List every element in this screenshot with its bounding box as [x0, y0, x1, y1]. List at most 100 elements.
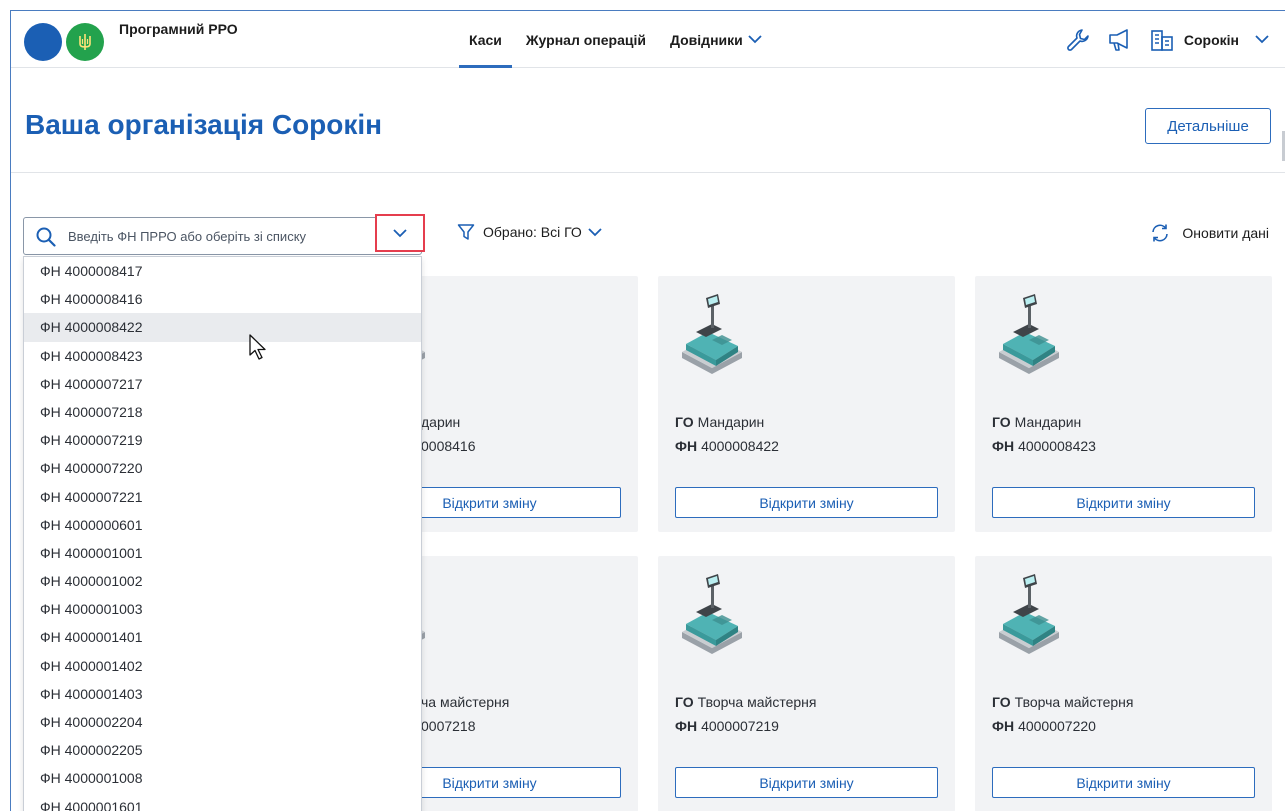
- card-fn: 0008416: [421, 438, 476, 454]
- dropdown-option[interactable]: ФН 4000001001: [24, 539, 421, 567]
- card-go: ГО Творча майстерня: [675, 694, 816, 710]
- cash-register-card: ГО Творча майстерня ФН 4000007220 Відкрити…: [975, 556, 1272, 811]
- card-go-value: Творча майстерня: [697, 694, 817, 710]
- dropdown-option[interactable]: ФН 4000008417: [24, 257, 421, 285]
- card-fn: ФН 4000007219: [675, 718, 779, 734]
- cash-register-icon: [995, 574, 1063, 654]
- dropdown-option[interactable]: ФН 4000000601: [24, 511, 421, 539]
- card-go: ГО Мандарин: [675, 414, 764, 430]
- logo-blue-circle: [24, 23, 62, 61]
- dropdown-option[interactable]: ФН 4000002204: [24, 708, 421, 736]
- card-go-value: ча майстерня: [421, 694, 510, 710]
- card-go: ча майстерня: [421, 694, 509, 710]
- fn-label: ФН: [675, 718, 698, 734]
- open-shift-button[interactable]: Відкрити зміну: [675, 767, 938, 798]
- card-go-value: дарин: [421, 414, 461, 430]
- nav-tab-directories[interactable]: Довідники: [658, 11, 774, 68]
- page-title: Ваша організація Сорокін: [25, 109, 383, 140]
- go-label: ГО: [675, 694, 694, 710]
- fn-search-input[interactable]: [68, 226, 378, 246]
- filter-label: Обрано: Всі ГО: [483, 224, 582, 240]
- card-go: ГО Творча майстерня: [992, 694, 1133, 710]
- go-label: ГО: [675, 414, 694, 430]
- title-bar: Ваша організація Сорокін Детальніше: [11, 69, 1285, 173]
- refresh-icon: [1152, 224, 1169, 242]
- dropdown-option[interactable]: ФН 4000002205: [24, 736, 421, 764]
- trident-icon: [66, 23, 104, 61]
- fn-label: ФН: [675, 438, 698, 454]
- nav-tab-operations-log[interactable]: Журнал операцій: [514, 11, 658, 68]
- dropdown-option[interactable]: ФН 4000008423: [24, 342, 421, 370]
- fn-label: ФН: [992, 438, 1015, 454]
- card-fn-value: 4000007219: [701, 718, 779, 734]
- logo[interactable]: [24, 23, 104, 61]
- card-fn-value: 4000008422: [701, 438, 779, 454]
- card-go: дарин: [421, 414, 460, 430]
- dropdown-option[interactable]: ФН 4000007217: [24, 370, 421, 398]
- cash-register-card: ГО Мандарин ФН 4000008422 Відкрити зміну: [658, 276, 955, 532]
- top-header: Програмний РРО Каси Журнал операцій Дові…: [11, 11, 1285, 68]
- megaphone-icon[interactable]: [1104, 24, 1136, 56]
- open-shift-button[interactable]: Відкрити зміну: [992, 487, 1255, 518]
- search-icon: [36, 227, 56, 247]
- chevron-down-icon: [748, 35, 762, 44]
- go-filter[interactable]: Обрано: Всі ГО: [457, 223, 602, 241]
- card-fn-value: 4000007220: [1018, 718, 1096, 734]
- dropdown-option[interactable]: ФН 4000007218: [24, 398, 421, 426]
- card-fn: 0007218: [421, 718, 476, 734]
- dropdown-option[interactable]: ФН 4000007219: [24, 426, 421, 454]
- app-window: Програмний РРО Каси Журнал операцій Дові…: [10, 10, 1285, 811]
- dropdown-option[interactable]: ФН 4000001601: [24, 793, 421, 811]
- dropdown-option[interactable]: ФН 4000001401: [24, 623, 421, 651]
- header-actions: Сорокін: [1062, 11, 1285, 68]
- card-go: ГО Мандарин: [992, 414, 1081, 430]
- details-button[interactable]: Детальніше: [1145, 108, 1271, 144]
- wrench-icon[interactable]: [1062, 24, 1094, 56]
- card-fn: ФН 4000007220: [992, 718, 1096, 734]
- go-label: ГО: [992, 694, 1011, 710]
- go-label: ГО: [992, 414, 1011, 430]
- chevron-down-icon[interactable]: [1255, 35, 1269, 44]
- card-go-value: Мандарин: [1014, 414, 1082, 430]
- nav-label: Каси: [469, 31, 502, 48]
- nav-tab-cash-registers[interactable]: Каси: [457, 11, 514, 68]
- cash-register-icon: [678, 574, 746, 654]
- open-shift-button[interactable]: Відкрити зміну: [992, 767, 1255, 798]
- chevron-down-icon: [588, 227, 602, 236]
- card-go-value: Мандарин: [697, 414, 765, 430]
- app-name: Програмний РРО: [119, 21, 238, 37]
- dropdown-option[interactable]: ФН 4000001002: [24, 567, 421, 595]
- cash-register-icon: [678, 294, 746, 374]
- card-fn: ФН 4000008423: [992, 438, 1096, 454]
- dropdown-option[interactable]: ФН 4000007220: [24, 454, 421, 482]
- dropdown-option[interactable]: ФН 4000001008: [24, 764, 421, 792]
- fn-label: ФН: [992, 718, 1015, 734]
- user-name[interactable]: Сорокін: [1184, 32, 1239, 48]
- open-shift-button[interactable]: Відкрити зміну: [675, 487, 938, 518]
- dropdown-option[interactable]: ФН 4000008422: [24, 313, 421, 342]
- card-fn-value: 0008416: [421, 438, 476, 454]
- refresh-data-button[interactable]: Оновити дані: [1150, 223, 1269, 243]
- fn-search-combobox[interactable]: [23, 217, 422, 255]
- dropdown-option[interactable]: ФН 4000001003: [24, 595, 421, 623]
- filter-icon: [457, 224, 475, 240]
- card-fn: ФН 4000008422: [675, 438, 779, 454]
- dropdown-option[interactable]: ФН 4000008416: [24, 285, 421, 313]
- card-go-value: Творча майстерня: [1014, 694, 1134, 710]
- cash-register-card: ГО Мандарин ФН 4000008423 Відкрити зміну: [975, 276, 1272, 532]
- dropdown-option[interactable]: ФН 4000007221: [24, 483, 421, 511]
- main-nav: Каси Журнал операцій Довідники: [457, 11, 774, 68]
- building-icon[interactable]: [1146, 24, 1178, 56]
- nav-label: Довідники: [669, 31, 743, 48]
- cash-register-icon: [995, 294, 1063, 374]
- dropdown-option[interactable]: ФН 4000001403: [24, 680, 421, 708]
- cash-register-card: ГО Творча майстерня ФН 4000007219 Відкрити…: [658, 556, 955, 811]
- nav-label: Журнал операцій: [525, 31, 646, 48]
- card-fn-value: 4000008423: [1018, 438, 1096, 454]
- fn-dropdown-list: ФН 4000008417 ФН 4000008416 ФН 400000842…: [23, 256, 422, 811]
- card-fn-value: 0007218: [421, 718, 476, 734]
- dropdown-option[interactable]: ФН 4000001402: [24, 652, 421, 680]
- refresh-label: Оновити дані: [1182, 225, 1269, 241]
- mouse-cursor-icon: [249, 334, 266, 360]
- dropdown-toggle-button[interactable]: [375, 214, 425, 252]
